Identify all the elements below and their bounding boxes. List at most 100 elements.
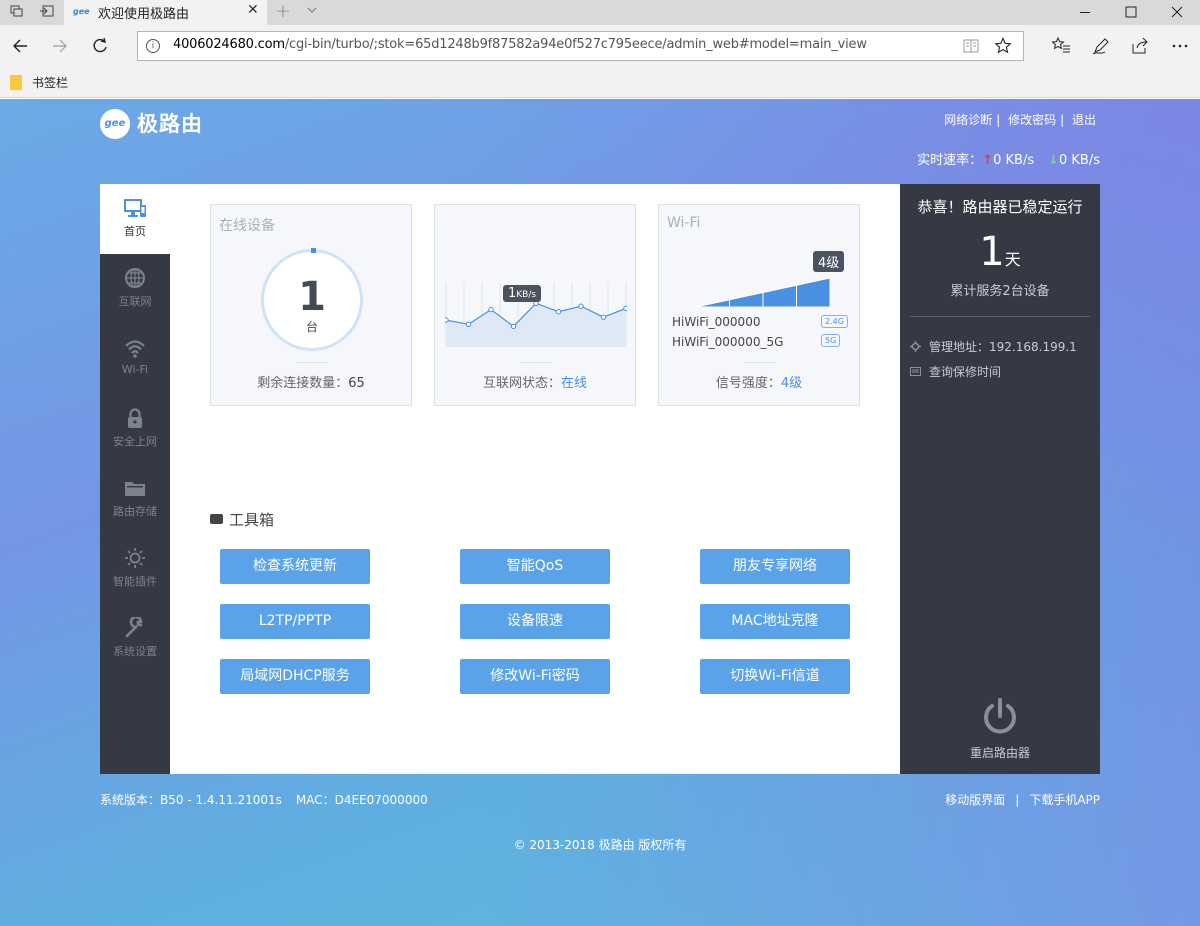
top-links: 网络诊断 | 修改密码 | 退出 xyxy=(944,111,1096,128)
refresh-icon[interactable] xyxy=(91,37,109,55)
traffic-point xyxy=(510,323,517,330)
folder-icon[interactable] xyxy=(10,75,22,90)
maximize-icon[interactable] xyxy=(1108,0,1154,25)
sidebar-item-wifi[interactable]: Wi-Fi xyxy=(100,324,170,394)
bookmarks-bar: 书签栏 xyxy=(0,69,1200,98)
arrow-down-icon: ↓ xyxy=(1048,153,1059,168)
url-text[interactable]: 4006024680.com/cgi-bin/turbo/;stok=65d12… xyxy=(173,37,867,52)
switch-wifi-channel-button[interactable]: 切换Wi-Fi信道 xyxy=(700,659,850,694)
check-update-button[interactable]: 检查系统更新 xyxy=(220,549,370,584)
sidebar-item-label: 智能插件 xyxy=(113,575,157,588)
sidebar-item-home[interactable]: 首页 xyxy=(100,184,170,254)
favorite-star-icon[interactable] xyxy=(994,37,1012,55)
gear-icon xyxy=(910,341,921,352)
friend-network-button[interactable]: 朋友专享网络 xyxy=(700,549,850,584)
minimize-icon[interactable] xyxy=(1062,0,1108,25)
close-window-icon[interactable] xyxy=(1154,0,1200,25)
uptime-days: 1天 xyxy=(979,229,1021,275)
card-footer: 互联网状态：在线 xyxy=(482,376,588,391)
dhcp-service-button[interactable]: 局域网DHCP服务 xyxy=(220,659,370,694)
mac-clone-button[interactable]: MAC地址克隆 xyxy=(700,604,850,639)
traffic-point xyxy=(555,309,562,315)
reboot-label: 重启路由器 xyxy=(969,746,1030,760)
link-change-password[interactable]: 修改密码 xyxy=(1008,111,1056,128)
router-page: gee 极路由 网络诊断 | 修改密码 | 退出 实时速率：↑0 KB/s ↓0 KB… xyxy=(0,99,1200,926)
sidebar-item-label: 安全上网 xyxy=(113,435,157,448)
served-devices: 累计服务2台设备 xyxy=(950,284,1050,299)
tab-restore-icon[interactable] xyxy=(40,5,54,17)
traffic-point xyxy=(445,317,449,323)
main-panel: 首页 互联网 Wi-Fi 安全上网 路由存储 智能插件 系统设置 在线设备 1 … xyxy=(100,184,1100,774)
sidebar-item-storage[interactable]: 路由存储 xyxy=(100,464,170,534)
favorites-hub-icon[interactable] xyxy=(1051,36,1071,56)
back-icon[interactable] xyxy=(11,37,29,55)
download-app-link[interactable]: 下载手机APP xyxy=(1029,793,1100,807)
traffic-point xyxy=(600,314,607,320)
link-logout[interactable]: 退出 xyxy=(1072,111,1096,128)
traffic-point xyxy=(488,306,494,313)
sidebar-item-label: Wi-Fi xyxy=(121,363,149,376)
signal-bar xyxy=(762,284,797,307)
realtime-speed: 实时速率：↑0 KB/s ↓0 KB/s xyxy=(917,149,1100,168)
divider xyxy=(910,316,1090,317)
sidebar-item-plugins[interactable]: 智能插件 xyxy=(100,534,170,604)
device-count-ring: 1 台 xyxy=(261,248,363,351)
card-footer: 信号强度：4级 xyxy=(715,376,803,391)
tab-close-icon[interactable]: ✕ xyxy=(247,2,259,18)
footer-system-info: 系统版本：B50 - 1.4.11.21001s MAC：D4EE07000000 xyxy=(100,791,428,808)
more-icon[interactable] xyxy=(1170,36,1190,56)
tab-set-aside-icon[interactable] xyxy=(10,5,24,17)
sidebar-item-security[interactable]: 安全上网 xyxy=(100,394,170,464)
arrow-up-icon: ↑ xyxy=(982,153,994,168)
card-footer: 剩余连接数量：65 xyxy=(257,376,365,391)
divider xyxy=(521,362,551,363)
globe-icon xyxy=(125,268,145,288)
info-icon[interactable]: i xyxy=(146,39,160,53)
card-internet-status[interactable]: 1KB/s 互联网状态：在线 xyxy=(434,204,636,406)
browser-tab-bar: gee 欢迎使用极路由 ✕ + xyxy=(0,0,1200,25)
card-title: 在线设备 xyxy=(219,218,275,234)
footer-links: 移动版界面 | 下载手机APP xyxy=(945,793,1100,807)
speed-label: 实时速率： xyxy=(917,153,983,168)
logo-mark: gee xyxy=(100,109,130,139)
logo-text: 极路由 xyxy=(137,112,203,136)
sidebar-item-internet[interactable]: 互联网 xyxy=(100,254,170,324)
link-network-diagnosis[interactable]: 网络诊断 xyxy=(944,111,992,128)
url-field[interactable]: i 4006024680.com/cgi-bin/turbo/;stok=65d… xyxy=(137,31,1024,61)
share-icon[interactable] xyxy=(1130,36,1150,56)
new-tab-icon[interactable]: + xyxy=(275,0,291,22)
band-badge-5g: 5G xyxy=(821,334,841,347)
chevron-down-icon[interactable] xyxy=(307,5,317,15)
warranty-link[interactable]: 查询保修时间 xyxy=(910,363,1001,380)
reboot-button[interactable]: 重启路由器 xyxy=(900,696,1100,761)
sidebar-item-settings[interactable]: 系统设置 xyxy=(100,604,170,674)
speed-down-value: 0 KB/s xyxy=(1059,153,1100,168)
change-wifi-password-button[interactable]: 修改Wi-Fi密码 xyxy=(460,659,610,694)
signal-bar xyxy=(696,299,730,307)
l2tp-pptp-button[interactable]: L2TP/PPTP xyxy=(220,604,370,639)
card-wifi[interactable]: Wi-Fi 4级 HiWiFi_000000 2.4G HiWiFi_00000… xyxy=(658,204,860,406)
divider xyxy=(745,362,775,363)
reading-view-icon[interactable] xyxy=(963,39,979,53)
active-tab[interactable]: gee 欢迎使用极路由 ✕ xyxy=(64,0,267,25)
pen-notes-icon[interactable] xyxy=(1091,36,1111,56)
toolbox-icon xyxy=(210,514,223,524)
forward-icon[interactable] xyxy=(51,37,69,55)
card-title: Wi-Fi xyxy=(667,215,701,231)
signal-strength-bars xyxy=(696,278,830,307)
tab-title: 欢迎使用极路由 xyxy=(98,7,190,22)
sidebar: 首页 互联网 Wi-Fi 安全上网 路由存储 智能插件 系统设置 xyxy=(100,184,170,774)
device-speed-limit-button[interactable]: 设备限速 xyxy=(460,604,610,639)
band-badge-2g: 2.4G xyxy=(821,315,848,328)
power-icon xyxy=(984,698,1016,734)
copyright: © 2013-2018 极路由 版权所有 xyxy=(513,838,687,852)
card-online-devices[interactable]: 在线设备 1 台 剩余连接数量：65 xyxy=(210,204,412,406)
monitor-icon xyxy=(124,199,146,217)
sidebar-item-label: 系统设置 xyxy=(113,645,157,658)
bookmarks-label[interactable]: 书签栏 xyxy=(32,74,68,91)
sidebar-item-label: 首页 xyxy=(124,225,146,238)
mobile-version-link[interactable]: 移动版界面 xyxy=(945,793,1005,807)
smart-qos-button[interactable]: 智能QoS xyxy=(460,549,610,584)
ssid-2g: HiWiFi_000000 xyxy=(672,315,761,329)
lock-icon xyxy=(128,408,142,428)
